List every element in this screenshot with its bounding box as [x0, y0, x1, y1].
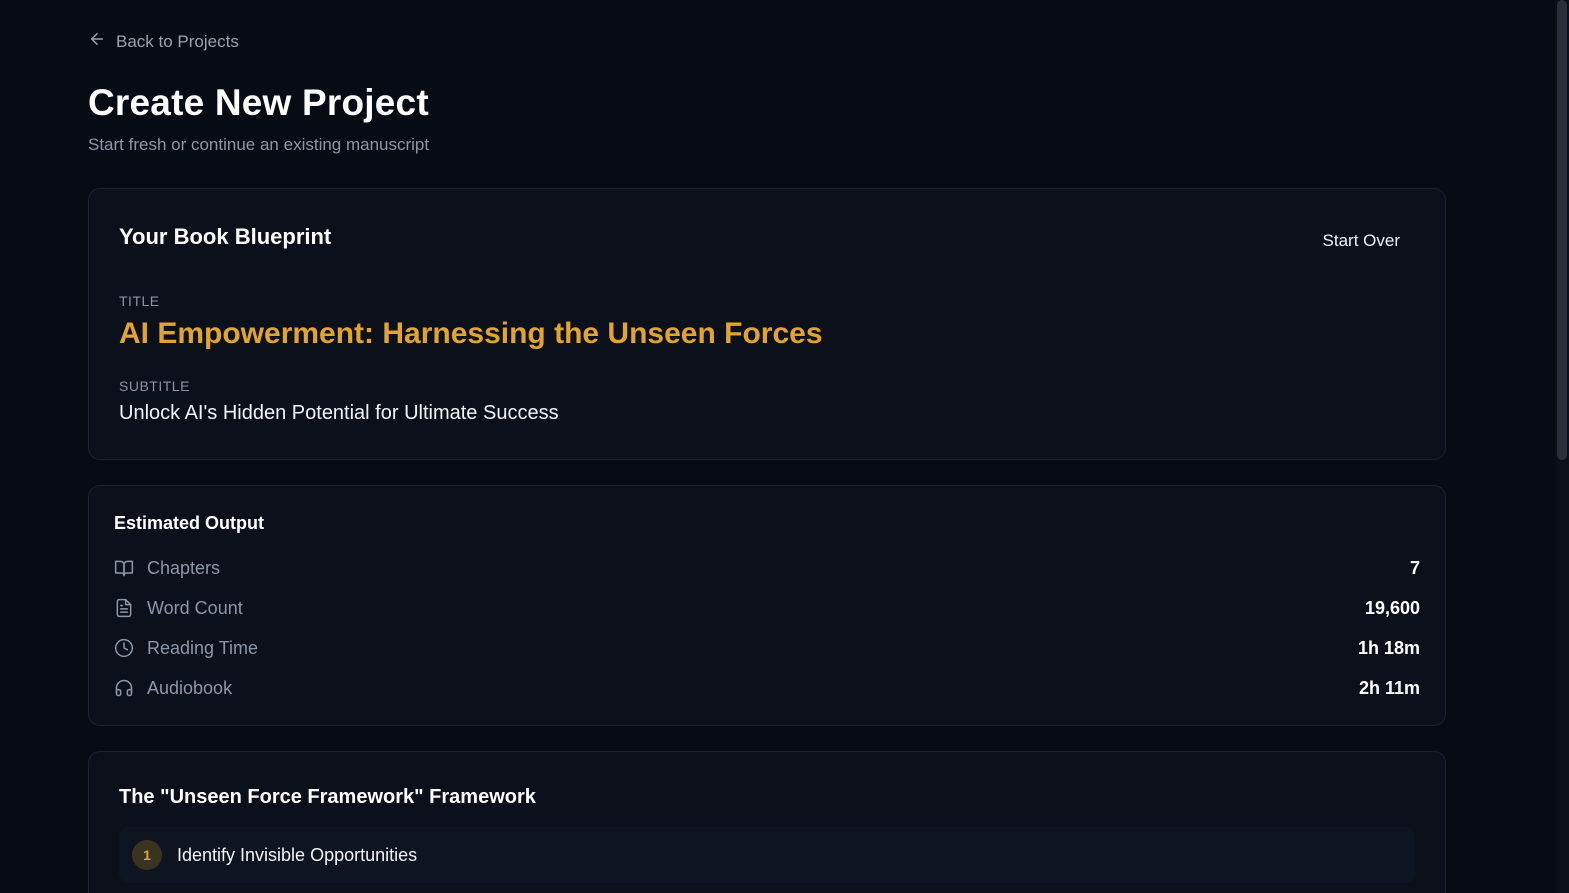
blueprint-heading: Your Book Blueprint: [119, 224, 332, 249]
stat-label: Word Count: [147, 597, 243, 618]
framework-step[interactable]: 1 Identify Invisible Opportunities: [119, 827, 1415, 883]
stat-value: 1h 18m: [1357, 637, 1420, 658]
stat-row-word-count: Word Count 19,600: [114, 596, 1420, 620]
stat-row-reading-time: Reading Time 1h 18m: [114, 636, 1420, 660]
page-subtitle: Start fresh or continue an existing manu…: [88, 135, 430, 154]
title-label: TITLE: [119, 293, 160, 309]
stat-label: Audiobook: [147, 677, 233, 698]
framework-heading: The "Unseen Force Framework" Framework: [119, 786, 536, 808]
framework-card: The "Unseen Force Framework" Framework 1…: [88, 751, 1446, 893]
estimated-output-heading: Estimated Output: [114, 513, 265, 533]
stat-label: Chapters: [147, 557, 221, 578]
page: Back to Projects Create New Project Star…: [0, 0, 1569, 893]
scrollbar-thumb[interactable]: [1557, 0, 1567, 460]
headphones-icon: [114, 678, 134, 698]
step-label: Identify Invisible Opportunities: [177, 844, 418, 865]
arrow-left-icon: [88, 30, 106, 53]
start-over-button[interactable]: Start Over: [1323, 231, 1400, 251]
step-number-badge: 1: [132, 840, 162, 870]
book-open-icon: [114, 558, 134, 578]
subtitle-label: SUBTITLE: [119, 378, 190, 394]
back-link-label: Back to Projects: [116, 31, 239, 51]
document-icon: [114, 598, 134, 618]
clock-icon: [114, 638, 134, 658]
book-title: AI Empowerment: Harnessing the Unseen Fo…: [119, 317, 823, 350]
stat-value: 7: [1409, 557, 1420, 578]
stat-value: 19,600: [1364, 597, 1420, 618]
page-title: Create New Project: [88, 82, 429, 123]
back-to-projects-link[interactable]: Back to Projects: [88, 30, 239, 53]
stat-row-chapters: Chapters 7: [114, 556, 1420, 580]
stat-value: 2h 11m: [1358, 677, 1420, 698]
book-blueprint-card: Your Book Blueprint Start Over TITLE AI …: [88, 188, 1446, 460]
book-subtitle: Unlock AI's Hidden Potential for Ultimat…: [119, 402, 559, 424]
vertical-scrollbar[interactable]: [1555, 0, 1569, 893]
stat-label: Reading Time: [147, 637, 259, 658]
estimated-output-card: Estimated Output Chapters 7 Word Count 1…: [88, 485, 1446, 726]
stat-row-audiobook: Audiobook 2h 11m: [114, 676, 1420, 700]
